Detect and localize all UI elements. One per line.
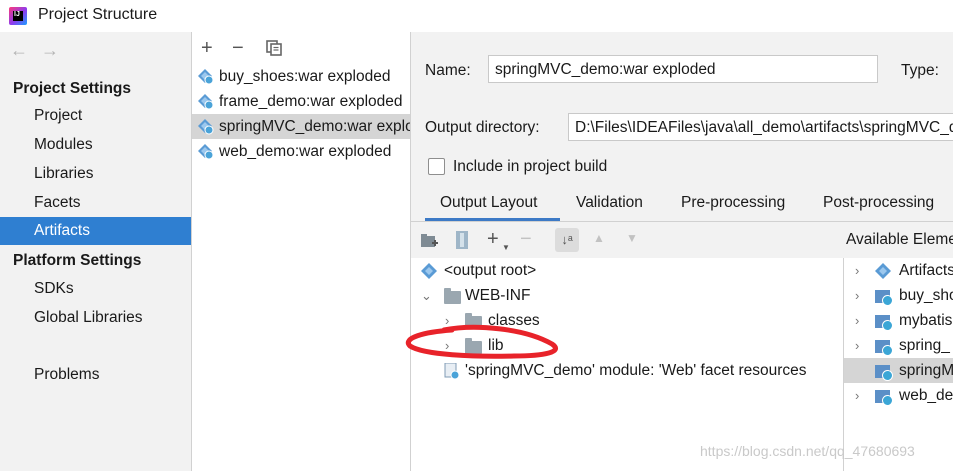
available-item[interactable]: › web_demo: [844, 383, 953, 408]
war-exploded-icon: [198, 94, 214, 110]
module-icon: [875, 315, 893, 331]
tree-row-label: <output root>: [444, 262, 537, 279]
war-exploded-icon: [198, 144, 214, 160]
available-item-label: buy_shoes: [899, 287, 953, 304]
artifact-item[interactable]: springMVC_demo:war exploded: [192, 114, 410, 139]
chevron-right-icon[interactable]: ›: [855, 333, 859, 358]
include-in-build-label: Include in project build: [453, 158, 608, 175]
arrow-right-icon[interactable]: →: [41, 40, 59, 61]
sidebar-item-artifacts[interactable]: Artifacts: [0, 217, 191, 245]
include-in-build-checkbox[interactable]: [428, 158, 445, 175]
move-up-icon[interactable]: ▲: [593, 231, 605, 245]
sidebar-item-problems[interactable]: Problems: [0, 361, 191, 389]
available-item[interactable]: › spring_: [844, 333, 953, 358]
red-annotation-circle: [405, 324, 559, 359]
arrow-left-icon[interactable]: ←: [10, 40, 28, 61]
section-platform-settings: Platform Settings: [13, 252, 142, 269]
war-exploded-icon: [198, 119, 214, 135]
title-bar: IJ Project Structure: [0, 0, 953, 32]
available-item-label: Artifacts: [899, 262, 953, 279]
intellij-logo-icon: IJ: [9, 7, 27, 25]
available-item[interactable]: › buy_shoes: [844, 283, 953, 308]
available-elements-header: Available Elements: [846, 231, 953, 248]
artifact-label: buy_shoes:war exploded: [219, 68, 391, 85]
settings-sidebar: ← → Project Settings Project Modules Lib…: [0, 32, 191, 471]
chevron-right-icon[interactable]: ›: [855, 308, 859, 333]
chevron-down-icon: ▼: [502, 243, 510, 252]
sidebar-item-project[interactable]: Project: [0, 102, 191, 130]
chevron-down-icon[interactable]: ⌄: [421, 283, 432, 308]
artifact-item[interactable]: web_demo:war exploded: [192, 139, 410, 164]
copy-icon[interactable]: [266, 40, 282, 56]
chevron-right-icon[interactable]: ›: [855, 258, 859, 283]
available-item[interactable]: › Artifacts: [844, 258, 953, 283]
tab-post-processing[interactable]: Post-processing: [823, 194, 934, 212]
remove-element-button[interactable]: −: [520, 228, 532, 251]
sort-elements-icon[interactable]: ↓ᵃ: [555, 228, 579, 252]
chevron-right-icon[interactable]: ›: [855, 383, 859, 408]
name-label: Name:: [425, 62, 471, 79]
window-title: Project Structure: [38, 6, 158, 23]
tab-pre-processing[interactable]: Pre-processing: [681, 194, 785, 212]
remove-artifact-button[interactable]: −: [232, 38, 244, 58]
move-down-icon[interactable]: ▼: [626, 231, 638, 245]
new-directory-icon[interactable]: [421, 233, 439, 249]
sidebar-item-facets[interactable]: Facets: [0, 189, 191, 217]
section-project-settings: Project Settings: [13, 80, 131, 97]
war-exploded-icon: [198, 69, 214, 85]
artifact-label: web_demo:war exploded: [219, 143, 392, 160]
add-element-button[interactable]: +: [487, 228, 499, 251]
archive-icon[interactable]: [455, 231, 469, 249]
sidebar-item-modules[interactable]: Modules: [0, 131, 191, 159]
tab-output-layout[interactable]: Output Layout: [440, 194, 537, 212]
artifact-item[interactable]: frame_demo:war exploded: [192, 89, 410, 114]
artifact-label: springMVC_demo:war exploded: [219, 118, 410, 135]
module-icon: [875, 290, 893, 306]
output-root-icon: [421, 263, 437, 279]
module-icon: [875, 390, 893, 406]
sidebar-item-sdks[interactable]: SDKs: [0, 275, 191, 303]
available-item-label: web_demo: [899, 387, 953, 404]
add-artifact-button[interactable]: +: [201, 38, 213, 58]
watermark: https://blog.csdn.net/qq_47680693: [700, 443, 915, 459]
module-icon: [875, 365, 893, 381]
available-item[interactable]: springMVC: [844, 358, 953, 383]
artifact-label: frame_demo:war exploded: [219, 93, 403, 110]
name-field[interactable]: springMVC_demo:war exploded: [488, 55, 878, 83]
chevron-right-icon[interactable]: ›: [855, 283, 859, 308]
available-item-label: spring_: [899, 337, 950, 354]
tree-row-label: WEB-INF: [465, 287, 531, 304]
type-label: Type:: [901, 62, 939, 79]
output-directory-label: Output directory:: [425, 119, 540, 136]
artifacts-icon: [875, 263, 891, 279]
artifact-list-pane: + − buy_shoes:war exploded frame_demo:wa…: [192, 32, 410, 471]
available-item-label: springMVC: [899, 362, 953, 379]
output-directory-field[interactable]: D:\Files\IDEAFiles\java\all_demo\artifac…: [568, 113, 953, 141]
tab-validation[interactable]: Validation: [576, 194, 643, 212]
available-item-label: mybatis: [899, 312, 953, 329]
available-item[interactable]: › mybatis: [844, 308, 953, 333]
sidebar-item-global-libraries[interactable]: Global Libraries: [0, 304, 191, 332]
artifact-detail-pane: Name: springMVC_demo:war exploded Type: …: [411, 32, 953, 471]
tabs-divider: [411, 221, 953, 222]
available-elements-tree[interactable]: › Artifacts › buy_shoes › mybatis › spri…: [844, 258, 953, 471]
module-icon: [875, 340, 893, 356]
folder-icon: [444, 288, 461, 304]
sidebar-item-libraries[interactable]: Libraries: [0, 160, 191, 188]
artifact-item[interactable]: buy_shoes:war exploded: [192, 64, 410, 89]
